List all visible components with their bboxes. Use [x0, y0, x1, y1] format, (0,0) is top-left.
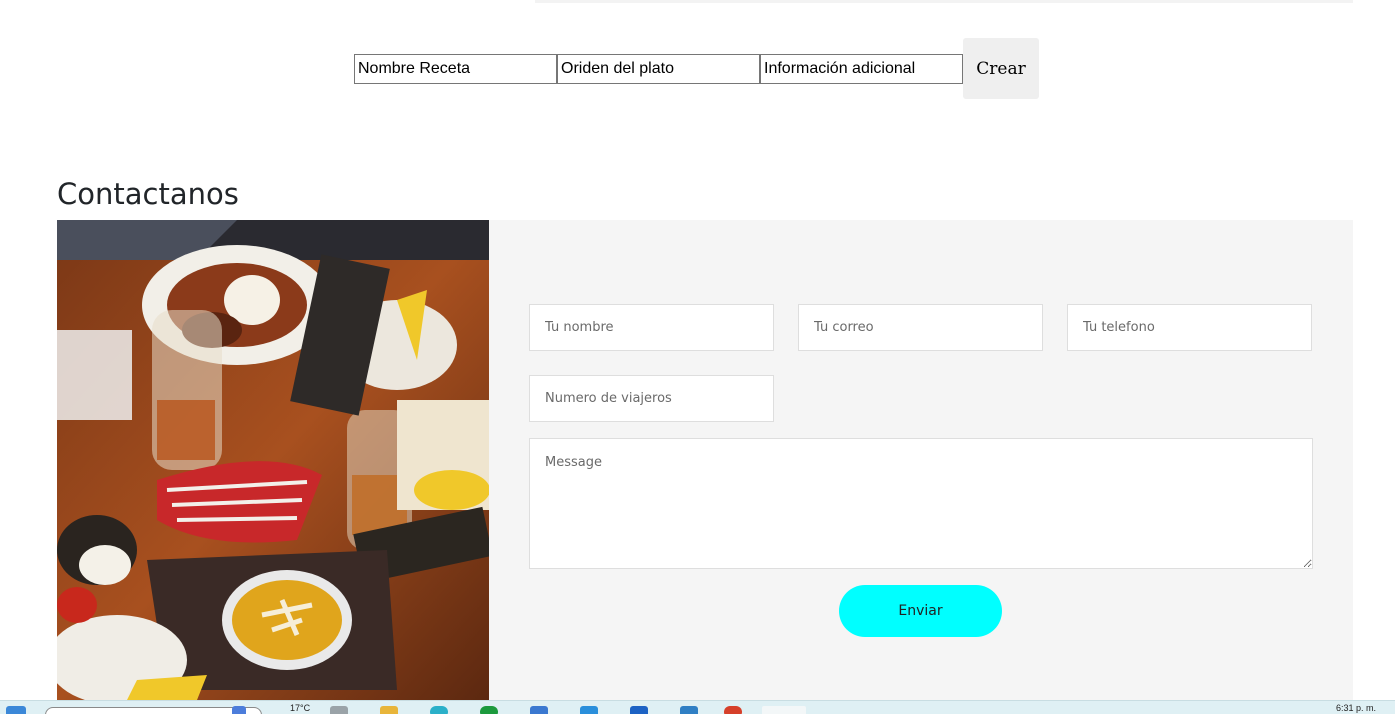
dish-order-input[interactable]: [557, 53, 760, 84]
food-photo-illustration: [57, 220, 489, 700]
recipe-form: Crear: [354, 38, 1039, 99]
phone-input[interactable]: [1067, 304, 1312, 351]
travelers-input[interactable]: [529, 375, 774, 422]
email-input[interactable]: [798, 304, 1043, 351]
clock: 6:31 p. m.: [1336, 703, 1377, 713]
create-button[interactable]: Crear: [963, 38, 1039, 99]
name-input[interactable]: [529, 304, 774, 351]
contact-title: Contactanos: [57, 177, 239, 211]
food-photo: [57, 220, 489, 700]
contact-form-panel: Enviar: [489, 220, 1353, 700]
taskbar: 17°C 6:31 p. m.: [0, 700, 1395, 714]
additional-info-input[interactable]: [760, 53, 963, 84]
send-button[interactable]: Enviar: [839, 585, 1002, 637]
top-divider-strip: [535, 0, 1353, 3]
recipe-name-input[interactable]: [354, 53, 557, 84]
weather-temperature[interactable]: 17°C: [290, 703, 310, 713]
message-textarea[interactable]: [529, 438, 1313, 569]
